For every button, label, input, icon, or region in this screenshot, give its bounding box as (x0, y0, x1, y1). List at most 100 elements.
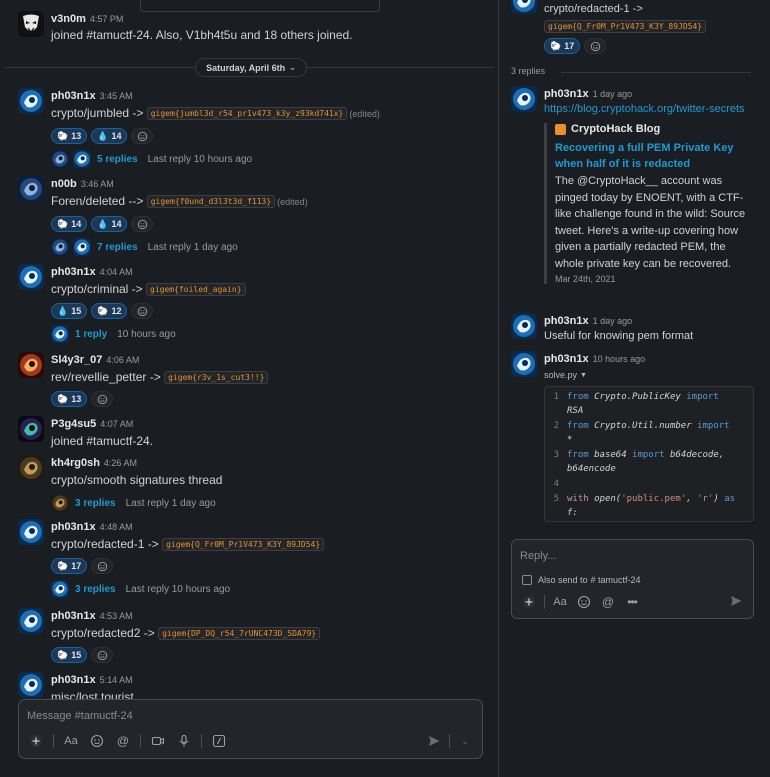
message-composer[interactable]: Aa @ ⌄ (18, 699, 483, 759)
divider (544, 595, 545, 609)
reaction-count: 13 (71, 394, 82, 404)
emoji-icon[interactable] (575, 593, 593, 611)
message-input[interactable] (27, 707, 447, 725)
also-send-checkbox[interactable] (522, 575, 532, 585)
avatar[interactable] (18, 455, 44, 481)
timestamp[interactable]: 4:04 AM (100, 267, 133, 277)
code-snippet[interactable]: 1 from Crypto.PublicKey import RSA 2 from Cr… (544, 386, 754, 522)
add-reaction-button[interactable] (131, 216, 154, 232)
add-reaction-button[interactable] (91, 647, 114, 663)
username[interactable]: P3g4su5 (51, 418, 96, 430)
timestamp[interactable]: 10 hours ago (593, 354, 646, 364)
replies-link[interactable]: 7 replies (97, 242, 138, 253)
reaction-drop-of-blood[interactable]: 💧 15 (51, 303, 88, 319)
avatar[interactable] (511, 86, 537, 112)
timestamp[interactable]: 3:45 AM (100, 91, 133, 101)
timestamp[interactable]: 4:53 AM (100, 611, 133, 621)
emoji-icon[interactable] (88, 732, 106, 750)
timestamp[interactable]: 3:46 AM (81, 179, 114, 189)
add-reaction-button[interactable] (584, 38, 607, 54)
username[interactable]: ph03n1x (51, 266, 96, 278)
reaction-sheep[interactable]: 🐑 17 (51, 558, 88, 574)
avatar[interactable] (18, 11, 44, 37)
username[interactable]: ph03n1x (51, 90, 96, 102)
thread-summary[interactable]: 7 replies Last reply 1 day ago (51, 238, 488, 256)
avatar[interactable] (18, 416, 44, 442)
reply-composer[interactable]: Also send to # tamuctf-24 Aa @ ••• (511, 539, 754, 619)
slash-command-icon[interactable] (210, 732, 228, 750)
also-send-option[interactable]: Also send to # tamuctf-24 (522, 575, 641, 585)
username[interactable]: n00b (51, 178, 77, 190)
username[interactable]: ph03n1x (544, 88, 589, 100)
reaction-sheep[interactable]: 🐑 13 (51, 391, 88, 407)
reaction-sheep[interactable]: 🐑 17 (544, 38, 581, 54)
mention-icon[interactable]: @ (114, 732, 132, 750)
replies-link[interactable]: 3 replies (75, 584, 116, 595)
reaction-sheep[interactable]: 🐑 15 (51, 647, 88, 663)
reaction-drop-of-blood[interactable]: 💧 14 (91, 216, 128, 232)
format-text-icon[interactable]: Aa (551, 593, 569, 611)
timestamp[interactable]: 4:26 AM (104, 458, 137, 468)
username[interactable]: ph03n1x (51, 674, 96, 686)
message-body: crypto/jumbled -> (51, 106, 144, 120)
username[interactable]: ph03n1x (51, 610, 96, 622)
plus-icon[interactable] (520, 593, 538, 611)
reply-input[interactable] (520, 548, 720, 564)
username[interactable]: Sl4y3r_07 (51, 354, 102, 366)
avatar[interactable] (18, 176, 44, 202)
username[interactable]: ph03n1x (544, 315, 589, 327)
add-reaction-button[interactable] (91, 558, 114, 574)
replies-link[interactable]: 1 reply (75, 329, 107, 340)
add-reaction-button[interactable] (131, 303, 154, 319)
send-icon[interactable] (727, 592, 745, 610)
avatar[interactable] (18, 264, 44, 290)
avatar[interactable] (511, 313, 537, 339)
flag-code: gigem{DP_DQ_r54_7rUNC473D_SDA79} (158, 627, 321, 640)
send-icon[interactable] (425, 732, 443, 750)
avatar[interactable] (511, 351, 537, 377)
format-text-icon[interactable]: Aa (62, 732, 80, 750)
plus-icon[interactable] (27, 732, 45, 750)
avatar[interactable] (511, 0, 537, 14)
add-reaction-button[interactable] (131, 128, 154, 144)
more-options-icon[interactable]: ••• (623, 593, 641, 611)
timestamp[interactable]: 4:06 AM (106, 355, 139, 365)
thread-summary[interactable]: 3 replies Last reply 10 hours ago (51, 580, 488, 598)
thread-summary[interactable]: 5 replies Last reply 10 hours ago (51, 150, 488, 168)
participant-avatar (51, 494, 69, 512)
thread-summary[interactable]: 3 replies Last reply 1 day ago (51, 494, 488, 512)
timestamp[interactable]: 1 day ago (593, 89, 633, 99)
reaction-sheep[interactable]: 🐑 12 (91, 303, 128, 319)
chevron-down-icon[interactable]: ⌄ (456, 732, 474, 750)
add-reaction-button[interactable] (91, 391, 114, 407)
video-icon[interactable] (149, 732, 167, 750)
thread-summary[interactable]: 1 reply 10 hours ago (51, 325, 488, 343)
day-divider[interactable]: Saturday, April 6th ⌄ (195, 58, 307, 77)
timestamp[interactable]: 1 day ago (593, 316, 633, 326)
blog-link[interactable]: https://blog.cryptohack.org/twitter-secr… (544, 102, 761, 117)
timestamp[interactable]: 4:57 PM (90, 14, 124, 24)
reaction-drop-of-blood[interactable]: 💧 14 (91, 128, 128, 144)
username[interactable]: v3n0m (51, 13, 86, 25)
timestamp[interactable]: 4:07 AM (100, 419, 133, 429)
username[interactable]: kh4rg0sh (51, 457, 100, 469)
avatar[interactable] (18, 352, 44, 378)
message-text: crypto/smooth signatures thread (51, 473, 488, 488)
replies-link[interactable]: 5 replies (97, 154, 138, 165)
avatar[interactable] (18, 608, 44, 634)
reaction-sheep[interactable]: 🐑 14 (51, 216, 88, 232)
username[interactable]: ph03n1x (51, 521, 96, 533)
edited-label: (edited) (349, 109, 380, 119)
username[interactable]: ph03n1x (544, 353, 589, 365)
avatar[interactable] (18, 519, 44, 545)
file-attachment[interactable]: solve.py ▼ (544, 370, 761, 380)
replies-link[interactable]: 3 replies (75, 498, 116, 509)
avatar[interactable] (18, 88, 44, 114)
microphone-icon[interactable] (175, 732, 193, 750)
timestamp[interactable]: 5:14 AM (100, 675, 133, 685)
timestamp[interactable]: 4:48 AM (100, 522, 133, 532)
mention-icon[interactable]: @ (599, 593, 617, 611)
preview-title[interactable]: Recovering a full PEM Private Key when h… (555, 140, 749, 172)
avatar[interactable] (18, 672, 44, 698)
reaction-sheep[interactable]: 🐑 13 (51, 128, 88, 144)
